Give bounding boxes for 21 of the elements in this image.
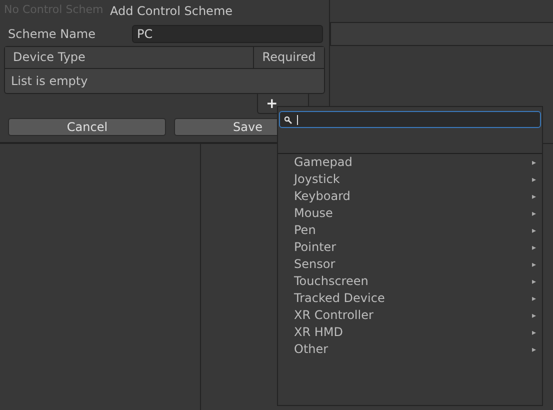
- menu-item[interactable]: Mouse ▸: [278, 205, 542, 222]
- cancel-button[interactable]: Cancel: [8, 118, 166, 136]
- search-icon: [284, 116, 292, 124]
- menu-item[interactable]: Gamepad ▸: [278, 154, 542, 171]
- menu-item[interactable]: Touchscreen ▸: [278, 273, 542, 290]
- menu-item[interactable]: Joystick ▸: [278, 171, 542, 188]
- empty-list-text: List is empty: [11, 74, 88, 88]
- scheme-name-field[interactable]: PC: [132, 25, 323, 43]
- menu-item[interactable]: Keyboard ▸: [278, 188, 542, 205]
- column-header: Device Type: [5, 47, 254, 68]
- column-header: Required: [261, 49, 317, 66]
- field-label: Scheme Name: [7, 27, 96, 41]
- menu-item[interactable]: XR HMD ▸: [278, 324, 542, 341]
- menu-item[interactable]: Sensor ▸: [278, 256, 542, 273]
- menu-item[interactable]: Pointer ▸: [278, 239, 542, 256]
- menu-item[interactable]: Tracked Device ▸: [278, 290, 542, 307]
- menu-item[interactable]: XR Controller ▸: [278, 307, 542, 324]
- dialog-title: Add Control Scheme: [110, 3, 233, 20]
- search-field[interactable]: [279, 111, 541, 128]
- menu-item[interactable]: Pen ▸: [278, 222, 542, 239]
- menu-item[interactable]: Other ▸: [278, 341, 542, 358]
